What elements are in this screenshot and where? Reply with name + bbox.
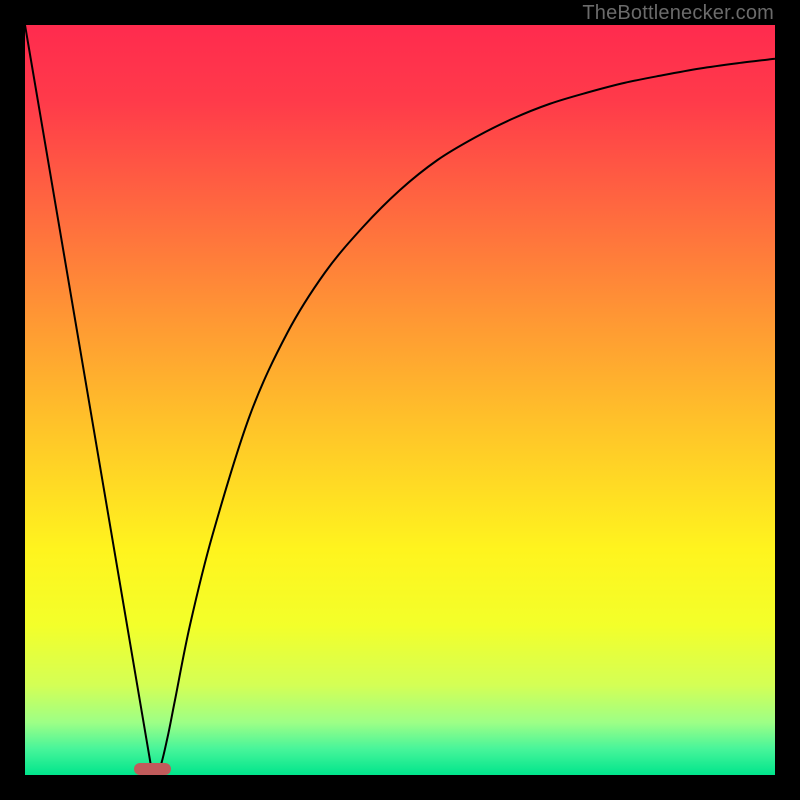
- plot-area: [25, 25, 775, 775]
- minimum-marker: [134, 763, 172, 775]
- curve-right-branch: [153, 59, 776, 775]
- chart-frame: TheBottlenecker.com: [0, 0, 800, 800]
- watermark-text: TheBottlenecker.com: [582, 2, 774, 25]
- curve-layer: [25, 25, 775, 775]
- curve-left-branch: [25, 25, 153, 775]
